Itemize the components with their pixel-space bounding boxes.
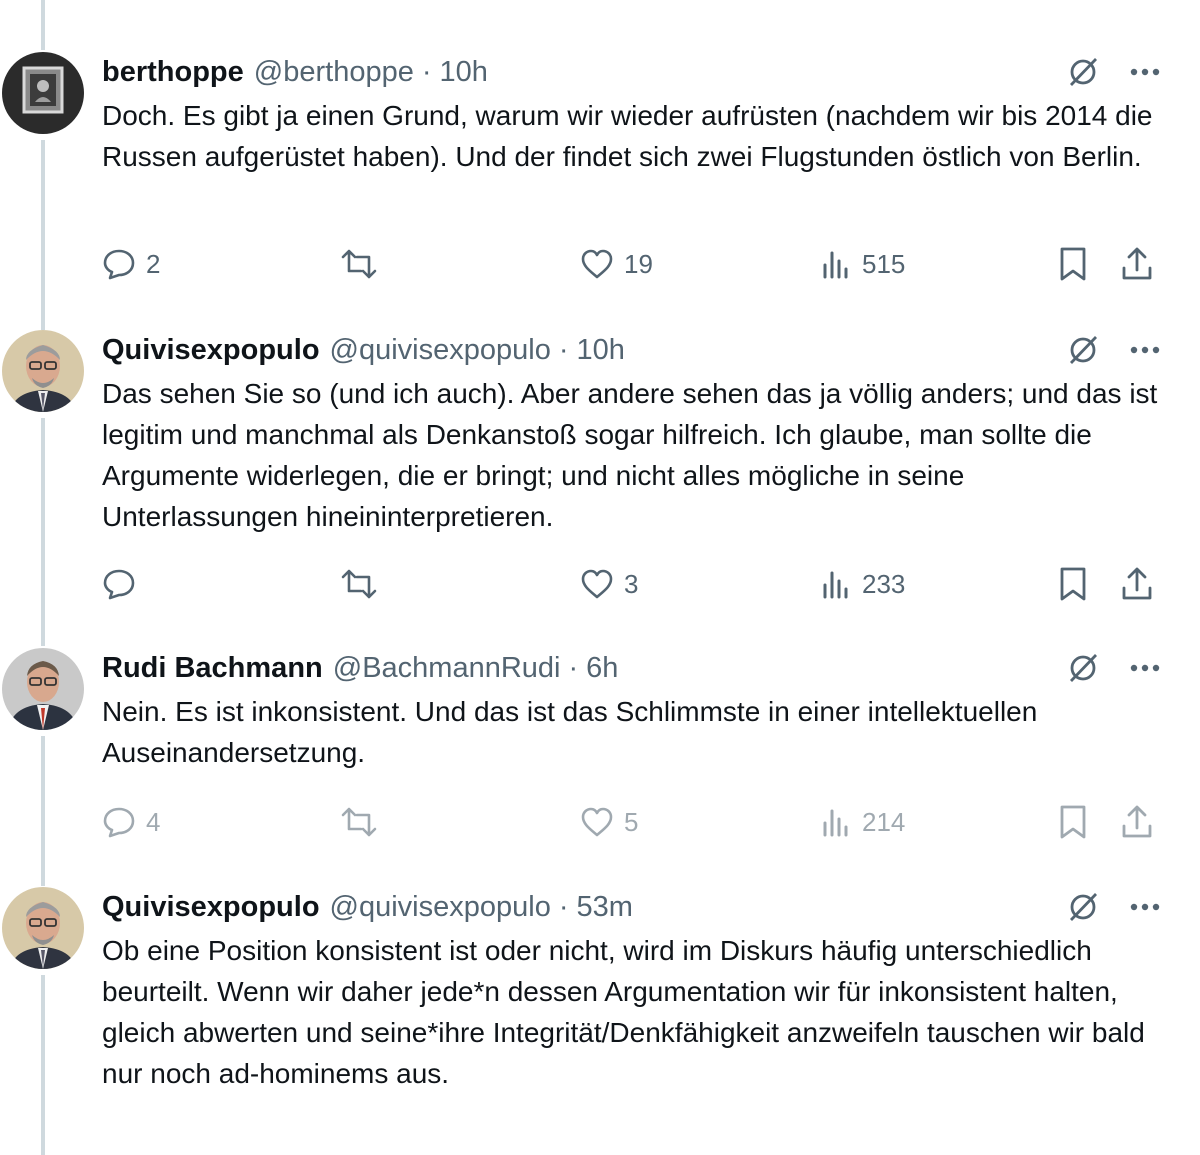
separator: · [568, 651, 579, 684]
framed-photo-avatar-icon [2, 52, 84, 134]
avatar[interactable] [2, 887, 84, 969]
thread-line [41, 418, 45, 646]
views-button[interactable]: 515 [822, 242, 905, 286]
views-icon [823, 571, 848, 599]
views-icon [823, 251, 848, 279]
retweet-button[interactable] [340, 562, 388, 606]
views-button[interactable]: 233 [822, 562, 905, 606]
thread-line [41, 140, 45, 330]
reply-count: 4 [146, 806, 161, 837]
share-icon [1122, 247, 1152, 280]
retweet-icon [341, 807, 377, 837]
view-count: 515 [862, 248, 906, 279]
like-button[interactable]: 19 [580, 242, 653, 286]
reply-icon [103, 807, 135, 838]
reply-button[interactable]: 2 [102, 242, 160, 286]
tweet-text: Nein. Es ist inkonsistent. Und das ist d… [102, 696, 1038, 768]
share-icon [1122, 567, 1152, 600]
like-count: 19 [624, 248, 653, 279]
view-count: 214 [862, 806, 906, 837]
bookmark-button[interactable] [1058, 562, 1088, 606]
share-button[interactable] [1120, 242, 1154, 286]
bookmark-icon [1060, 247, 1086, 281]
thread-line [41, 975, 45, 1155]
author-name[interactable]: Quivisexpopulo [102, 891, 320, 924]
grok-icon[interactable] [1066, 55, 1100, 89]
grok-icon[interactable] [1066, 890, 1100, 924]
like-button[interactable]: 5 [580, 800, 638, 844]
like-count: 5 [624, 806, 639, 837]
timestamp[interactable]: 6h [586, 652, 618, 685]
avatar[interactable] [2, 330, 84, 412]
author-name[interactable]: berthoppe [102, 56, 244, 89]
like-button[interactable]: 3 [580, 562, 638, 606]
timestamp[interactable]: 10h [577, 334, 625, 367]
author-name[interactable]: Quivisexpopulo [102, 334, 320, 367]
share-icon[interactable] [1090, 0, 1120, 4]
reply-button[interactable]: 4 [102, 800, 160, 844]
man-with-glasses-avatar-icon [2, 887, 84, 969]
avatar[interactable] [2, 52, 84, 134]
grok-icon[interactable] [1066, 651, 1100, 685]
tweet-text: Ob eine Position konsistent ist oder nic… [102, 935, 1145, 1089]
more-icon[interactable] [1130, 903, 1160, 911]
bookmark-icon [1060, 567, 1086, 601]
heart-icon [581, 249, 613, 279]
view-count: 233 [862, 568, 906, 599]
bookmark-button[interactable] [1058, 800, 1088, 844]
more-icon[interactable] [1130, 68, 1160, 76]
reply-button[interactable] [102, 562, 146, 606]
more-icon[interactable] [1130, 664, 1160, 672]
share-button[interactable] [1120, 800, 1154, 844]
man-in-suit-avatar-icon [2, 648, 84, 730]
views-icon [823, 809, 848, 837]
author-handle[interactable]: @quivisexpopulo [330, 334, 551, 367]
man-with-glasses-avatar-icon [2, 330, 84, 412]
bookmark-button[interactable] [1058, 242, 1088, 286]
avatar[interactable] [2, 648, 84, 730]
author-handle[interactable]: @berthoppe [254, 56, 414, 89]
separator: · [558, 333, 569, 366]
thread-line [41, 0, 45, 50]
timestamp[interactable]: 10h [440, 56, 488, 89]
retweet-button[interactable] [340, 242, 388, 286]
bookmark-icon [1060, 805, 1086, 839]
author-name[interactable]: Rudi Bachmann [102, 652, 323, 685]
share-button[interactable] [1120, 562, 1154, 606]
author-handle[interactable]: @BachmannRudi [333, 652, 561, 685]
grok-icon[interactable] [1066, 333, 1100, 367]
reply-count: 2 [146, 248, 161, 279]
heart-icon [581, 569, 613, 599]
heart-icon [581, 807, 613, 837]
author-handle[interactable]: @quivisexpopulo [330, 891, 551, 924]
retweet-icon [341, 569, 377, 599]
reply-icon [103, 569, 135, 600]
tweet-text: Das sehen Sie so (und ich auch). Aber an… [102, 378, 1158, 532]
separator: · [421, 55, 432, 88]
separator: · [558, 890, 569, 923]
timestamp[interactable]: 53m [577, 891, 633, 924]
retweet-icon [341, 249, 377, 279]
views-button[interactable]: 214 [822, 800, 905, 844]
tweet-text: Doch. Es gibt ja einen Grund, warum wir … [102, 100, 1153, 172]
more-icon[interactable] [1130, 346, 1160, 354]
reply-icon [103, 249, 135, 280]
retweet-button[interactable] [340, 800, 388, 844]
like-count: 3 [624, 568, 639, 599]
share-icon [1122, 805, 1152, 838]
